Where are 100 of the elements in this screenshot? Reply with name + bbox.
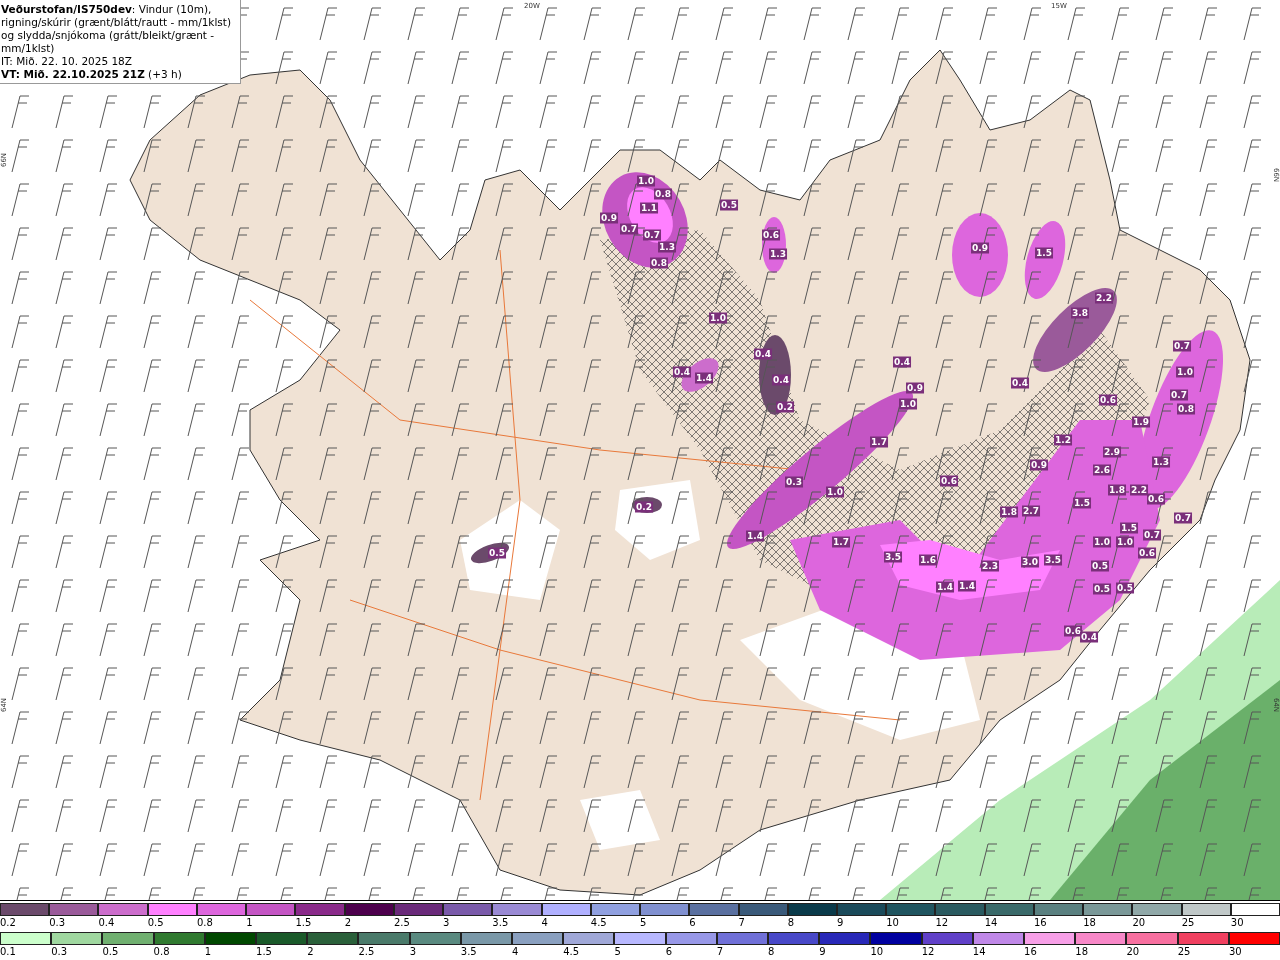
precipitation-value-label: 0.5 — [1116, 582, 1134, 594]
legend-label: 7 — [738, 916, 745, 930]
legend-label: 9 — [819, 945, 826, 959]
precipitation-value-label: 1.6 — [919, 554, 937, 566]
precipitation-value-label: 1.3 — [769, 248, 787, 260]
legend-label: 8 — [787, 916, 795, 930]
precipitation-value-label: 2.2 — [1130, 484, 1148, 496]
legend-label: 9 — [837, 916, 844, 930]
precipitation-value-label: 0.7 — [1170, 389, 1188, 401]
precipitation-value-label: 1.4 — [936, 581, 954, 593]
legend-label: 10 — [870, 945, 884, 959]
legend-label: 2.5 — [393, 916, 410, 930]
legend-label: 14 — [972, 945, 986, 959]
precipitation-value-label: 1.0 — [899, 398, 917, 410]
precipitation-value-label: 0.3 — [785, 476, 803, 488]
precipitation-value-label: 1.4 — [746, 530, 764, 542]
precipitation-value-label: 1.3 — [658, 241, 676, 253]
legend-label: 0.8 — [196, 916, 213, 930]
precipitation-value-label: 0.4 — [1080, 631, 1098, 643]
precipitation-value-label: 1.2 — [1054, 434, 1072, 446]
precipitation-value-label: 0.4 — [893, 356, 911, 368]
legend-label: 16 — [1024, 945, 1037, 959]
precipitation-value-label: 1.7 — [870, 436, 888, 448]
precipitation-value-label: 2.6 — [1093, 464, 1111, 476]
legend-label: 3.5 — [460, 945, 477, 959]
legend-label: 3 — [443, 916, 450, 930]
legend-label: 1 — [246, 916, 253, 930]
issue-time: IT: Mið. 22. 10. 2025 18Z — [1, 55, 133, 68]
precipitation-value-label: 0.9 — [600, 212, 618, 224]
precipitation-value-label: 0.9 — [971, 242, 989, 254]
precipitation-value-label: 3.5 — [1044, 554, 1062, 566]
legend-label: 30 — [1228, 945, 1242, 959]
precipitation-value-label: 0.7 — [643, 229, 661, 241]
precipitation-value-label: 1.9 — [1132, 416, 1150, 428]
precipitation-value-label: 0.6 — [1138, 547, 1156, 559]
legend-label: 20 — [1132, 916, 1146, 930]
precipitation-value-label: 1.0 — [1176, 366, 1194, 378]
precipitation-value-label: 0.7 — [1174, 512, 1192, 524]
precipitation-value-label: 0.6 — [1064, 625, 1082, 637]
legend-label: 12 — [935, 916, 949, 930]
precipitation-value-label: 0.8 — [1177, 403, 1195, 415]
legend-label: 14 — [984, 916, 998, 930]
precipitation-value-label: 1.5 — [1035, 247, 1053, 259]
precipitation-value-label: 0.5 — [488, 547, 506, 559]
precipitation-value-label: 0.2 — [776, 401, 794, 413]
valid-time: VT: Mið. 22.10.2025 21Z (+3 h) — [1, 68, 183, 81]
legend-label: 0.5 — [102, 945, 119, 959]
precipitation-value-label: 1.8 — [1000, 506, 1018, 518]
precipitation-value-label: 0.4 — [754, 348, 772, 360]
precipitation-value-label: 0.4 — [673, 366, 691, 378]
precipitation-value-label: 0.6 — [1147, 493, 1165, 505]
precipitation-value-label: 2.7 — [1022, 505, 1040, 517]
precipitation-value-label: 1.4 — [695, 372, 713, 384]
map-description: Veðurstofan/IS750dev: Vindur (10m), rigning/skúrir (grænt/blátt/rautt - mm/1klst) og slydda/snjókoma (grátt/bleikt/grænt - mm/1klst) — [1, 3, 233, 55]
legend-label: 6 — [689, 916, 696, 930]
precipitation-value-label: 1.0 — [1116, 536, 1134, 548]
precipitation-value-label: 0.4 — [1011, 377, 1029, 389]
legend-label: 18 — [1083, 916, 1096, 930]
legend-label: 16 — [1033, 916, 1047, 930]
precipitation-value-label: 0.9 — [1030, 459, 1048, 471]
precipitation-value-label: 1.0 — [826, 486, 844, 498]
precipitation-value-label: 0.7 — [1143, 529, 1161, 541]
legend-label: 3.5 — [492, 916, 509, 930]
legend-label: 0.4 — [98, 916, 115, 930]
legend-label: 0.5 — [147, 916, 164, 930]
legend-label: 8 — [768, 945, 775, 959]
precipitation-value-label: 2.9 — [1103, 446, 1121, 458]
legend-label: 10 — [886, 916, 899, 930]
precipitation-value-label: 0.6 — [1099, 394, 1117, 406]
precipitation-value-label: 1.3 — [1152, 456, 1170, 468]
legend-label: 4 — [541, 916, 548, 930]
precipitation-value-label: 3.8 — [1071, 307, 1089, 319]
legend-label: 4.5 — [590, 916, 607, 930]
legend-label: 4.5 — [563, 945, 580, 959]
precipitation-value-label: 0.9 — [906, 382, 924, 394]
precipitation-value-label: 1.7 — [832, 536, 850, 548]
legend-label: 7 — [716, 945, 724, 959]
precipitation-value-label: 2.2 — [1095, 292, 1113, 304]
legend-label: 1.5 — [256, 945, 272, 959]
legend-label: 20 — [1126, 945, 1140, 959]
legend-label: 5 — [640, 916, 647, 930]
legend-label: 12 — [921, 945, 935, 959]
precipitation-value-label: 0.5 — [720, 199, 738, 211]
legend-label: 2 — [344, 916, 351, 930]
precipitation-value-label: 3.5 — [884, 551, 902, 563]
precipitation-value-label: 2.3 — [981, 560, 999, 572]
legend-label: 2 — [307, 945, 314, 959]
precipitation-value-label: 0.5 — [1093, 583, 1111, 595]
legend-label: 18 — [1075, 945, 1088, 959]
legend-label: 4 — [512, 945, 519, 959]
legend-label: 1 — [204, 945, 212, 959]
precipitation-value-label: 0.8 — [650, 257, 668, 269]
precipitation-value-label: 1.0 — [1093, 536, 1111, 548]
legend-label: 25 — [1177, 945, 1191, 959]
precipitation-value-label: 1.5 — [1120, 522, 1138, 534]
precipitation-value-label: 0.5 — [1091, 560, 1109, 572]
legend-label: 0.2 — [0, 916, 16, 930]
precipitation-value-label: 1.4 — [958, 580, 976, 592]
precipitation-value-label: 1.1 — [640, 202, 658, 214]
legend-label: 0.8 — [153, 945, 170, 959]
